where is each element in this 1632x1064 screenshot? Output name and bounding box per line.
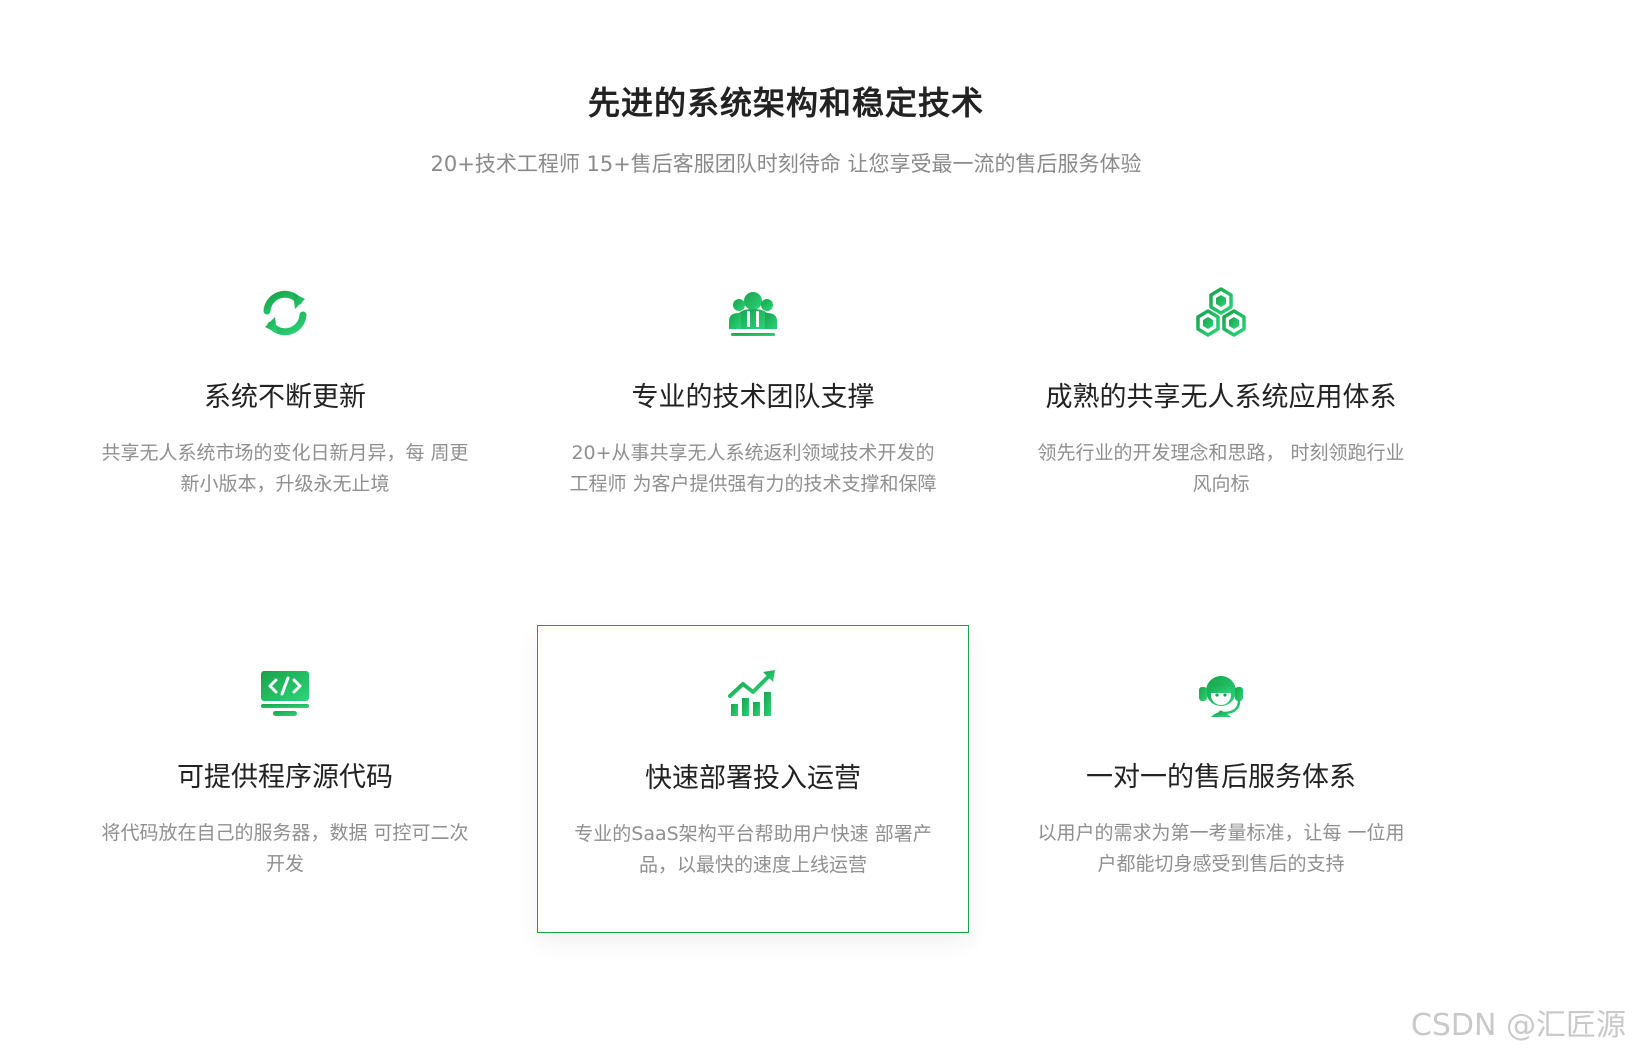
feature-description: 共享无人系统市场的变化日新月异，每 周更新小版本，升级永无止境: [101, 442, 469, 495]
cubes-icon: [1193, 285, 1249, 341]
feature-title: 成熟的共享无人系统应用体系: [1045, 382, 1397, 413]
feature-card-tech-team[interactable]: 专业的技术团队支撑 20+从事共享无人系统返利领域技术开发的工程师 为客户提供强…: [528, 245, 978, 565]
watermark: CSDN @汇匠源: [1410, 1008, 1626, 1043]
section-subtitle: 20+技术工程师 15+售后客服团队时刻待命 让您享受最一流的售后服务体验: [430, 152, 1142, 176]
feature-card-source-code[interactable]: 可提供程序源代码 将代码放在自己的服务器，数据 可控可二次开发: [60, 625, 510, 945]
feature-title: 系统不断更新: [204, 382, 366, 413]
feature-card-app-system[interactable]: 成熟的共享无人系统应用体系 领先行业的开发理念和思路， 时刻领跑行业风向标: [996, 245, 1446, 565]
feature-title: 快速部署投入运营: [645, 763, 861, 794]
headset-icon: [1193, 665, 1249, 721]
feature-title: 一对一的售后服务体系: [1086, 762, 1356, 793]
feature-card-system-update[interactable]: 系统不断更新 共享无人系统市场的变化日新月异，每 周更新小版本，升级永无止境: [60, 245, 510, 565]
feature-description: 以用户的需求为第一考量标准，让每 一位用户都能切身感受到售后的支持: [1037, 822, 1405, 875]
section-title: 先进的系统架构和稳定技术: [587, 84, 984, 122]
feature-description: 领先行业的开发理念和思路， 时刻领跑行业风向标: [1037, 442, 1405, 495]
feature-description: 20+从事共享无人系统返利领域技术开发的工程师 为客户提供强有力的技术支撑和保障: [569, 442, 937, 495]
feature-title: 专业的技术团队支撑: [631, 382, 875, 413]
feature-description: 专业的SaaS架构平台帮助用户快速 部署产品，以最快的速度上线运营: [574, 823, 932, 876]
code-monitor-icon: [257, 665, 313, 721]
feature-card-fast-deploy[interactable]: 快速部署投入运营 专业的SaaS架构平台帮助用户快速 部署产品，以最快的速度上线…: [537, 625, 969, 933]
feature-title: 可提供程序源代码: [177, 762, 393, 793]
refresh-icon: [257, 285, 313, 341]
feature-description: 将代码放在自己的服务器，数据 可控可二次开发: [101, 822, 469, 875]
team-icon: [725, 285, 781, 341]
growth-chart-icon: [725, 666, 781, 722]
feature-card-after-sales[interactable]: 一对一的售后服务体系 以用户的需求为第一考量标准，让每 一位用户都能切身感受到售…: [996, 625, 1446, 945]
